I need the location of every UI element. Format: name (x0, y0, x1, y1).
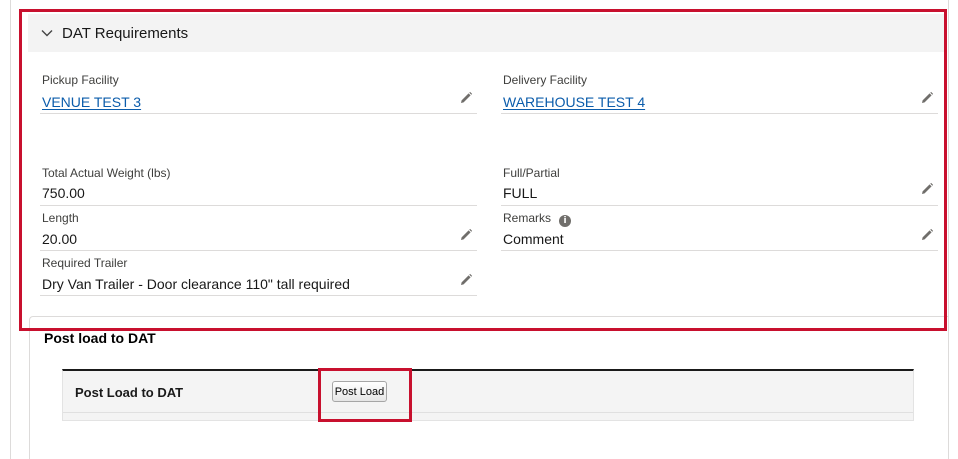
edit-pencil-icon[interactable] (459, 91, 473, 105)
pickup-facility-field: Pickup Facility VENUE TEST 3 (40, 68, 477, 114)
delivery-facility-label: Delivery Facility (503, 73, 588, 87)
required-trailer-label: Required Trailer (42, 256, 128, 270)
post-load-panel-title: Post Load to DAT (75, 385, 184, 400)
edit-pencil-icon[interactable] (459, 273, 473, 287)
total-actual-weight-field: Total Actual Weight (lbs) 750.00 (40, 161, 477, 206)
delivery-facility-link[interactable]: WAREHOUSE TEST 4 (503, 94, 645, 110)
remarks-field: Remarks i Comment (501, 206, 938, 251)
length-field: Length 20.00 (40, 206, 477, 251)
full-partial-field: Full/Partial FULL (501, 161, 938, 206)
post-load-button[interactable]: Post Load (332, 381, 387, 402)
full-partial-label: Full/Partial (503, 166, 560, 180)
dat-requirements-section-toggle[interactable]: DAT Requirements (28, 14, 944, 52)
page-left-border (10, 0, 11, 459)
total-actual-weight-label: Total Actual Weight (lbs) (42, 166, 171, 180)
length-label: Length (42, 211, 79, 225)
required-trailer-field: Required Trailer Dry Van Trailer - Door … (40, 251, 477, 296)
page-right-border (948, 0, 949, 459)
length-value: 20.00 (42, 231, 78, 247)
pickup-facility-label: Pickup Facility (42, 73, 119, 87)
edit-pencil-icon[interactable] (920, 228, 934, 242)
edit-pencil-icon[interactable] (920, 91, 934, 105)
post-load-panel: Post Load to DAT Post Load (62, 369, 914, 421)
section-title: DAT Requirements (62, 24, 189, 42)
chevron-down-icon (40, 26, 54, 40)
post-load-heading: Post load to DAT (44, 330, 156, 346)
full-partial-value: FULL (503, 185, 538, 201)
pickup-facility-link[interactable]: VENUE TEST 3 (42, 94, 141, 110)
total-actual-weight-value: 750.00 (42, 185, 85, 201)
divider (63, 412, 913, 413)
remarks-value: Comment (503, 231, 564, 247)
info-icon[interactable]: i (559, 215, 572, 227)
remarks-label-text: Remarks (503, 211, 552, 225)
edit-pencil-icon[interactable] (920, 182, 934, 196)
edit-pencil-icon[interactable] (459, 228, 473, 242)
delivery-facility-field: Delivery Facility WAREHOUSE TEST 4 (501, 68, 938, 114)
remarks-label: Remarks i (503, 211, 572, 227)
required-trailer-value: Dry Van Trailer - Door clearance 110" ta… (42, 276, 350, 292)
